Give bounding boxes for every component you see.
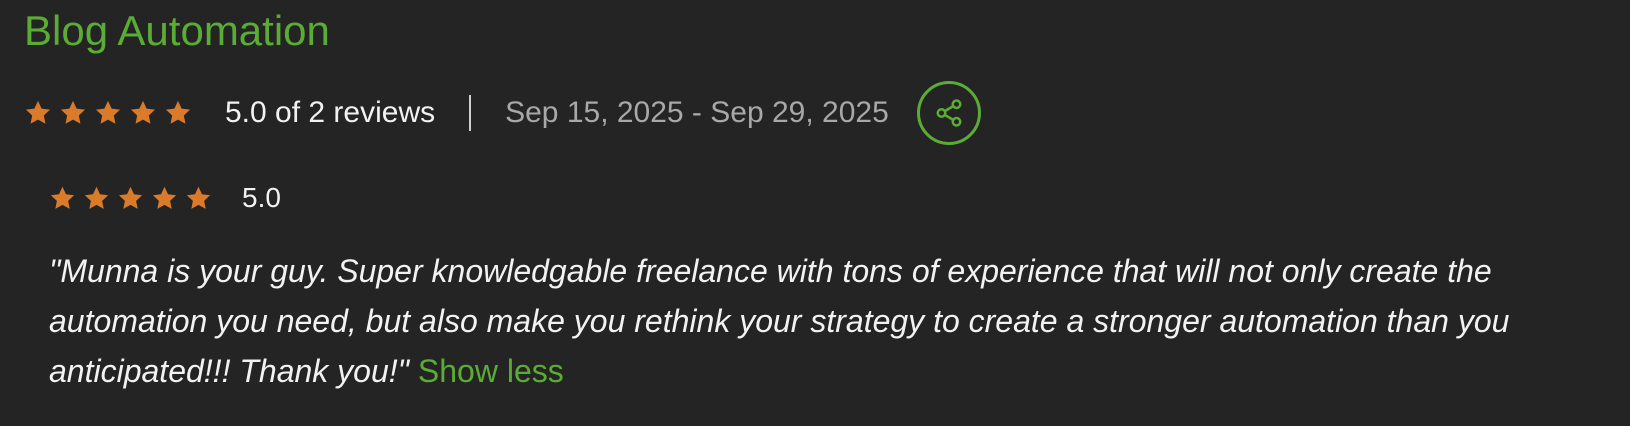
star-icon xyxy=(24,99,52,127)
share-icon xyxy=(934,98,964,128)
date-range: Sep 15, 2025 - Sep 29, 2025 xyxy=(505,96,889,129)
review-quote-text: "Munna is your guy. Super knowledgable f… xyxy=(49,253,1510,389)
review-item: 5.0 "Munna is your guy. Super knowledgab… xyxy=(49,170,1609,396)
divider xyxy=(469,95,472,131)
review-rating: 5.0 xyxy=(49,170,1609,226)
share-button[interactable] xyxy=(916,81,981,145)
project-title[interactable]: Blog Automation xyxy=(24,6,330,56)
summary-stars xyxy=(24,99,199,127)
project-review-card: Blog Automation 5.0 of 2 reviews Sep 15,… xyxy=(0,0,1630,426)
star-icon xyxy=(185,185,212,212)
rating-summary-row: 5.0 of 2 reviews Sep 15, 2025 - Sep 29, … xyxy=(24,78,981,148)
star-icon xyxy=(129,99,157,127)
star-icon xyxy=(49,185,76,212)
star-icon xyxy=(117,185,144,212)
star-icon xyxy=(151,185,178,212)
review-count-text: 5.0 of 2 reviews xyxy=(225,96,436,129)
star-icon xyxy=(83,185,110,212)
review-score: 5.0 xyxy=(242,182,281,213)
star-icon xyxy=(164,99,192,127)
show-less-link[interactable]: Show less xyxy=(418,353,564,389)
star-icon xyxy=(59,99,87,127)
star-icon xyxy=(94,99,122,127)
review-quote: "Munna is your guy. Super knowledgable f… xyxy=(49,246,1594,396)
